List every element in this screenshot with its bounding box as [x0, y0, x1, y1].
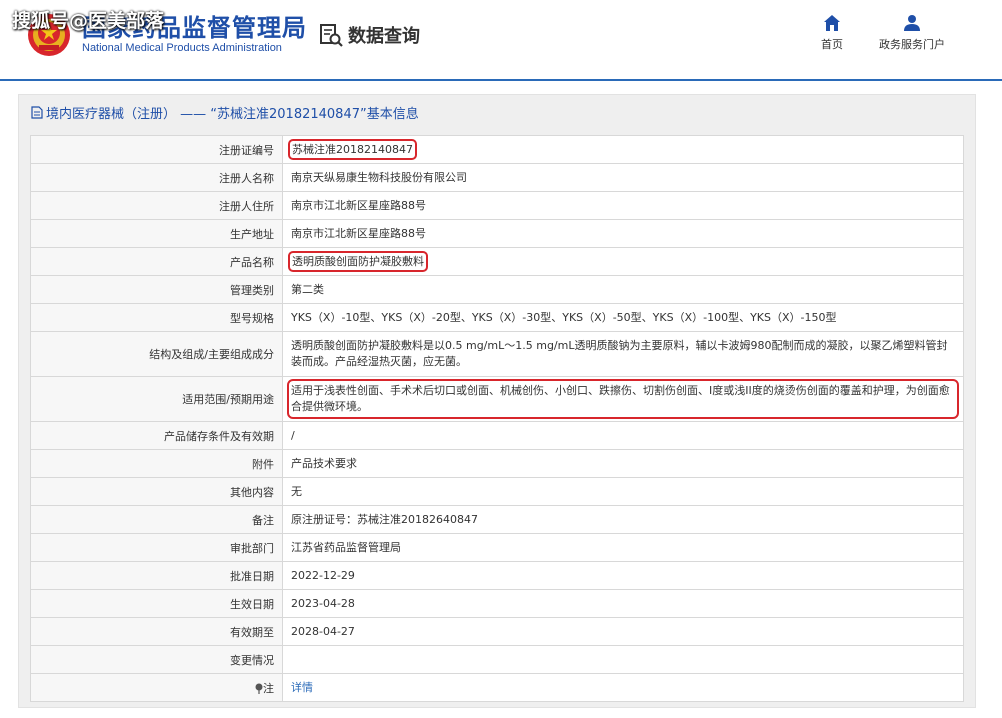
row-value: 苏械注准20182140847	[282, 135, 964, 164]
row-label: 有效期至	[30, 617, 283, 646]
watermark: 搜狐号@医美部落	[12, 10, 165, 32]
note-label-text: 注	[263, 681, 274, 695]
nav-home[interactable]: 首页	[812, 14, 852, 52]
row-label: 备注	[30, 505, 283, 534]
reg-no-value: 苏械注准20182140847	[288, 138, 417, 160]
table-row: 结构及组成/主要组成成分 透明质酸创面防护凝胶敷料是以0.5 mg/mL～1.5…	[30, 331, 964, 377]
row-value: 适用于浅表性创面、手术术后切口或创面、机械创伤、小创口、跌擦伤、切割伤创面、I度…	[282, 376, 964, 422]
row-label: 产品储存条件及有效期	[30, 421, 283, 450]
row-value: 透明质酸创面防护凝胶敷料是以0.5 mg/mL～1.5 mg/mL透明质酸钠为主…	[282, 331, 964, 377]
row-value: 原注册证号：苏械注准20182640847	[282, 505, 964, 534]
row-value: YKS（X）-10型、YKS（X）-20型、YKS（X）-30型、YKS（X）-…	[282, 303, 964, 332]
data-query-label: 数据查询	[348, 26, 420, 47]
table-row: 备注 原注册证号：苏械注准20182640847	[30, 505, 964, 534]
row-label: 管理类别	[30, 275, 283, 304]
row-label: 型号规格	[30, 303, 283, 332]
row-label: 结构及组成/主要组成成分	[30, 331, 283, 377]
nav-home-label: 首页	[821, 38, 843, 51]
row-value	[282, 645, 964, 674]
document-search-icon	[320, 24, 343, 47]
nav-portal[interactable]: 政务服务门户	[872, 14, 952, 52]
row-value: 2023-04-28	[282, 589, 964, 618]
table-row: 审批部门 江苏省药品监督管理局	[30, 533, 964, 562]
row-label: 注册人名称	[30, 163, 283, 192]
table-row: 型号规格 YKS（X）-10型、YKS（X）-20型、YKS（X）-30型、YK…	[30, 303, 964, 332]
row-label: 注册证编号	[30, 135, 283, 164]
table-row: 其他内容 无	[30, 477, 964, 506]
row-label-note: 注	[30, 673, 283, 702]
header-divider	[0, 79, 1002, 81]
row-label: 附件	[30, 449, 283, 478]
row-value: 2022-12-29	[282, 561, 964, 590]
row-value: 江苏省药品监督管理局	[282, 533, 964, 562]
detail-link[interactable]: 详情	[291, 681, 313, 694]
table-row: 注册证编号 苏械注准20182140847	[30, 135, 964, 164]
user-icon	[904, 15, 920, 31]
row-label: 产品名称	[30, 247, 283, 276]
table-row: 注 详情	[30, 673, 964, 702]
row-label: 变更情况	[30, 645, 283, 674]
detail-panel: 境内医疗器械（注册） —— “苏械注准20182140847”基本信息 注册证编…	[18, 94, 976, 708]
table-row: 批准日期 2022-12-29	[30, 561, 964, 590]
table-row: 适用范围/预期用途 适用于浅表性创面、手术术后切口或创面、机械创伤、小创口、跌擦…	[30, 376, 964, 422]
table-row: 有效期至 2028-04-27	[30, 617, 964, 646]
table-row: 生产地址 南京市江北新区星座路88号	[30, 219, 964, 248]
data-query-link[interactable]: 数据查询	[318, 20, 420, 50]
row-value: 南京天纵易康生物科技股份有限公司	[282, 163, 964, 192]
row-value: 产品技术要求	[282, 449, 964, 478]
table-row: 生效日期 2023-04-28	[30, 589, 964, 618]
row-value: /	[282, 421, 964, 450]
table-row: 注册人名称 南京天纵易康生物科技股份有限公司	[30, 163, 964, 192]
row-label: 其他内容	[30, 477, 283, 506]
device-info-table: 注册证编号 苏械注准20182140847 注册人名称 南京天纵易康生物科技股份…	[30, 135, 964, 702]
nav-portal-label: 政务服务门户	[879, 38, 945, 51]
panel-title: 境内医疗器械（注册） —— “苏械注准20182140847”基本信息	[31, 103, 419, 122]
pin-icon	[255, 683, 263, 694]
row-value: 2028-04-27	[282, 617, 964, 646]
table-row: 附件 产品技术要求	[30, 449, 964, 478]
table-row: 产品名称 透明质酸创面防护凝胶敷料	[30, 247, 964, 276]
table-row: 变更情况	[30, 645, 964, 674]
row-label: 生产地址	[30, 219, 283, 248]
site-subtitle: National Medical Products Administration	[82, 42, 282, 54]
site-header: 国家药品监督管理局 National Medical Products Admi…	[0, 0, 1002, 80]
row-label: 审批部门	[30, 533, 283, 562]
row-value: 透明质酸创面防护凝胶敷料	[282, 247, 964, 276]
row-value: 第二类	[282, 275, 964, 304]
row-value: 南京市江北新区星座路88号	[282, 219, 964, 248]
row-value: 无	[282, 477, 964, 506]
row-label: 注册人住所	[30, 191, 283, 220]
row-label: 适用范围/预期用途	[30, 376, 283, 422]
document-icon	[31, 105, 43, 119]
row-label: 生效日期	[30, 589, 283, 618]
row-value: 详情	[282, 673, 964, 702]
table-row: 产品储存条件及有效期 /	[30, 421, 964, 450]
table-row: 注册人住所 南京市江北新区星座路88号	[30, 191, 964, 220]
row-value: 南京市江北新区星座路88号	[282, 191, 964, 220]
panel-title-text: 境内医疗器械（注册） —— “苏械注准20182140847”基本信息	[46, 106, 419, 122]
row-label: 批准日期	[30, 561, 283, 590]
table-row: 管理类别 第二类	[30, 275, 964, 304]
home-icon	[824, 15, 840, 31]
scope-value: 适用于浅表性创面、手术术后切口或创面、机械创伤、小创口、跌擦伤、切割伤创面、I度…	[287, 379, 959, 419]
product-name-value: 透明质酸创面防护凝胶敷料	[288, 250, 428, 272]
